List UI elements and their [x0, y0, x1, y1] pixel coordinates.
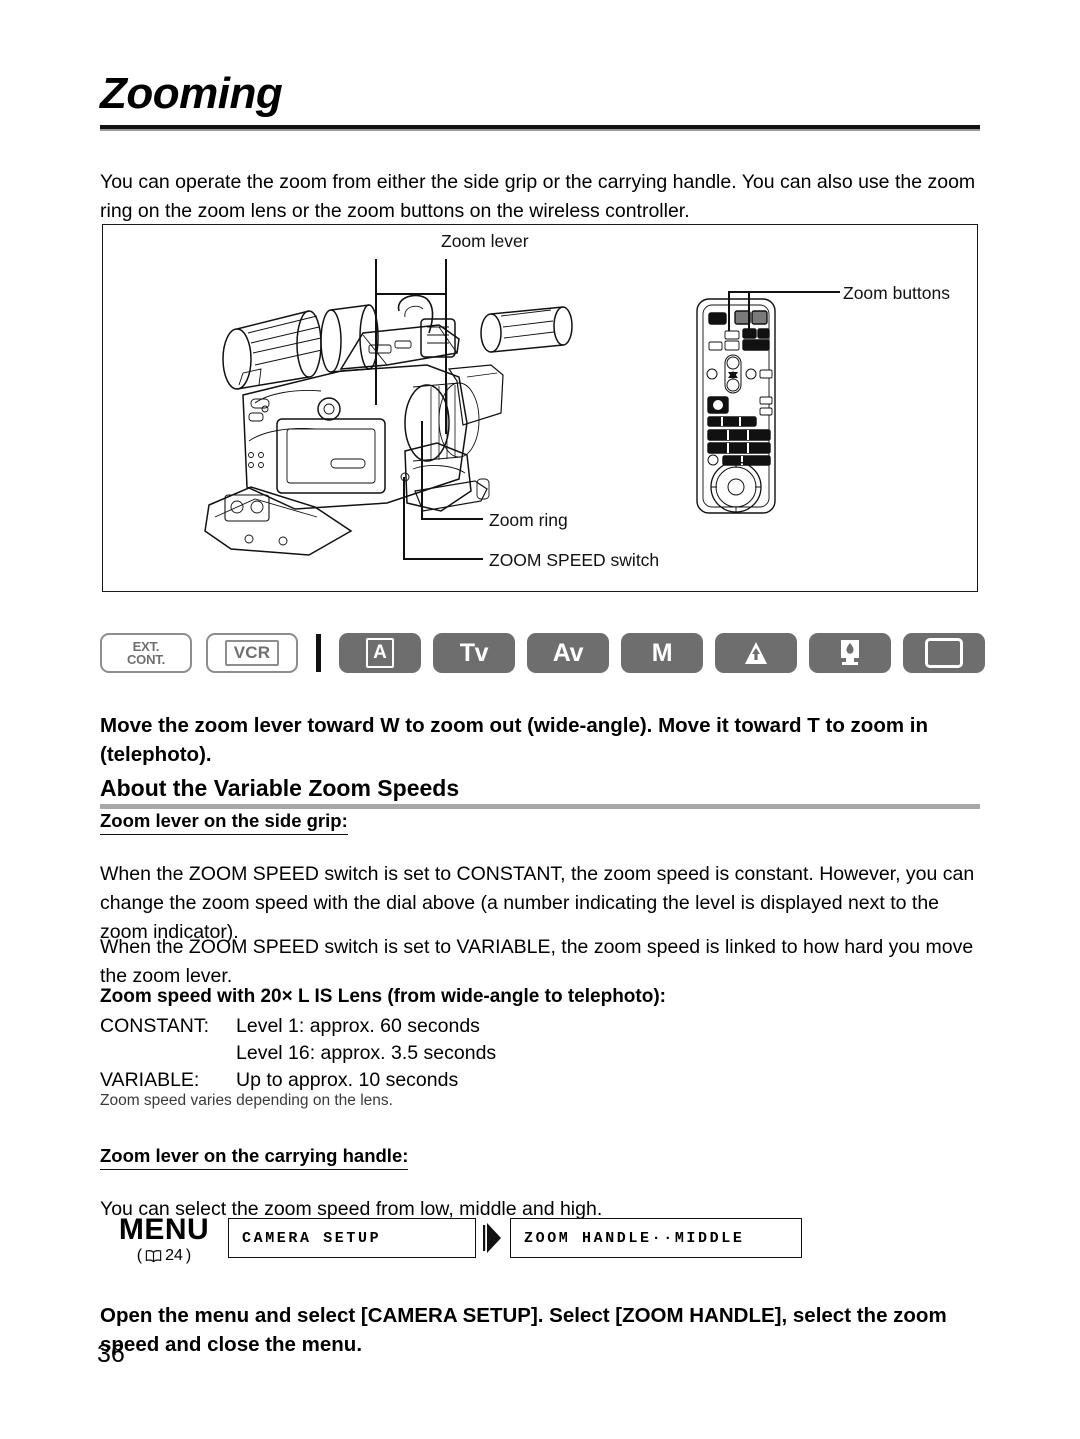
spec-heading: Zoom speed with 20× L IS Lens (from wide… [100, 986, 667, 1007]
subheading-side-grip: Zoom lever on the side grip: [100, 810, 348, 835]
leader-line-zoom-lever-d [375, 293, 377, 405]
table-row: VARIABLE: Up to approx. 10 seconds [100, 1068, 496, 1095]
label-zoom-ring: Zoom ring [489, 510, 568, 530]
badge-ext-cont: EXT. CONT. [100, 633, 192, 673]
leader-line-zoom-lever-a [375, 259, 377, 295]
spec-note: Zoom speed varies depending on the lens. [100, 1092, 393, 1109]
menu-page-reference: ( 24 ) [100, 1247, 228, 1265]
table-row: Level 16: approx. 3.5 seconds [100, 1041, 496, 1068]
badge-night [809, 633, 891, 673]
subheading-carrying-handle: Zoom lever on the carrying handle: [100, 1145, 409, 1170]
badge-av-label: Av [552, 638, 584, 667]
menu-item-zoom-handle[interactable]: ZOOM HANDLE··MIDDLE [510, 1218, 802, 1258]
table-row: CONSTANT: Level 1: approx. 60 seconds [100, 1014, 496, 1041]
arrow-right-icon [483, 1221, 503, 1255]
instruction-menu-steps: Open the menu and select [CAMERA SETUP].… [100, 1303, 947, 1356]
mode-badge-row: EXT. CONT. VCR A Tv Av M [100, 631, 985, 675]
title-divider [100, 125, 980, 131]
leader-line-zoom-lever-c [445, 259, 447, 434]
badge-av: Av [527, 633, 609, 673]
section-heading: About the Variable Zoom Speeds [100, 775, 460, 801]
menu-navigation-block: MENU ( 24 ) CAMERA SETUP ZOOM HANDLE··MI… [100, 1212, 802, 1265]
instruction-zoom-lever: Move the zoom lever toward W to zoom out… [100, 713, 928, 766]
night-flame-icon [841, 640, 859, 665]
spec-value-constant-level16: Level 16: approx. 3.5 seconds [236, 1042, 497, 1064]
leader-line-zoom-lever-b [375, 293, 447, 295]
badge-manual-label: M [651, 638, 673, 667]
wireless-controller-illustration [696, 298, 776, 514]
label-zoom-lever: Zoom lever [441, 231, 529, 251]
badge-tv: Tv [433, 633, 515, 673]
spotlight-icon [745, 642, 767, 664]
section-divider [100, 804, 980, 809]
badge-vcr-label: VCR [224, 640, 280, 666]
menu-page-number: 24 [165, 1247, 183, 1264]
badge-simple-recording [903, 633, 985, 673]
badge-spotlight [715, 633, 797, 673]
label-zoom-speed-switch: ZOOM SPEED switch [489, 550, 660, 570]
side-grip-paragraph-2: When the ZOOM SPEED switch is set to VAR… [100, 935, 974, 987]
intro-paragraph: You can operate the zoom from either the… [100, 170, 976, 222]
badge-tv-label: Tv [459, 638, 489, 667]
figure-panel: Zoom lever Zoom buttons Zoom ring ZOOM S… [102, 224, 978, 592]
simple-recording-icon [925, 638, 963, 668]
spec-value-constant-level1: Level 1: approx. 60 seconds [236, 1015, 480, 1037]
badge-manual: M [621, 633, 703, 673]
page-title: Zooming [100, 69, 283, 118]
spec-key-blank [100, 1041, 236, 1068]
badge-separator [316, 634, 321, 672]
leader-line-zoom-buttons-a [728, 291, 840, 293]
menu-path: CAMERA SETUP ZOOM HANDLE··MIDDLE [228, 1218, 802, 1258]
close-paren: ) [185, 1247, 192, 1264]
spec-key-variable: VARIABLE: [100, 1069, 200, 1091]
menu-label: MENU [118, 1213, 210, 1246]
book-icon [145, 1250, 162, 1263]
spec-key-constant: CONSTANT: [100, 1015, 210, 1037]
page-title-block: Zooming [100, 72, 980, 131]
leader-line-zoom-speed-a [403, 558, 483, 560]
manual-page: Zooming You can operate the zoom from ei… [0, 0, 1080, 1439]
badge-vcr: VCR [206, 633, 298, 673]
section-heading-block: About the Variable Zoom Speeds [100, 775, 980, 809]
leader-line-zoom-buttons-c [748, 291, 750, 331]
menu-label-group: MENU ( 24 ) [100, 1212, 228, 1265]
page-number: 36 [97, 1340, 125, 1368]
leader-line-zoom-ring-a [421, 518, 483, 520]
leader-line-zoom-ring-b [421, 421, 423, 519]
leader-line-zoom-buttons-b [728, 291, 730, 331]
menu-item-camera-setup[interactable]: CAMERA SETUP [228, 1218, 476, 1258]
open-paren: ( [136, 1247, 143, 1264]
label-zoom-buttons: Zoom buttons [843, 283, 950, 303]
badge-auto: A [339, 633, 421, 673]
badge-auto-label: A [366, 638, 394, 668]
leader-line-zoom-speed-b [403, 477, 405, 559]
badge-ext-line2: CONT. [126, 652, 165, 667]
spec-table: CONSTANT: Level 1: approx. 60 seconds Le… [100, 1014, 496, 1095]
spec-value-variable: Up to approx. 10 seconds [236, 1069, 459, 1091]
